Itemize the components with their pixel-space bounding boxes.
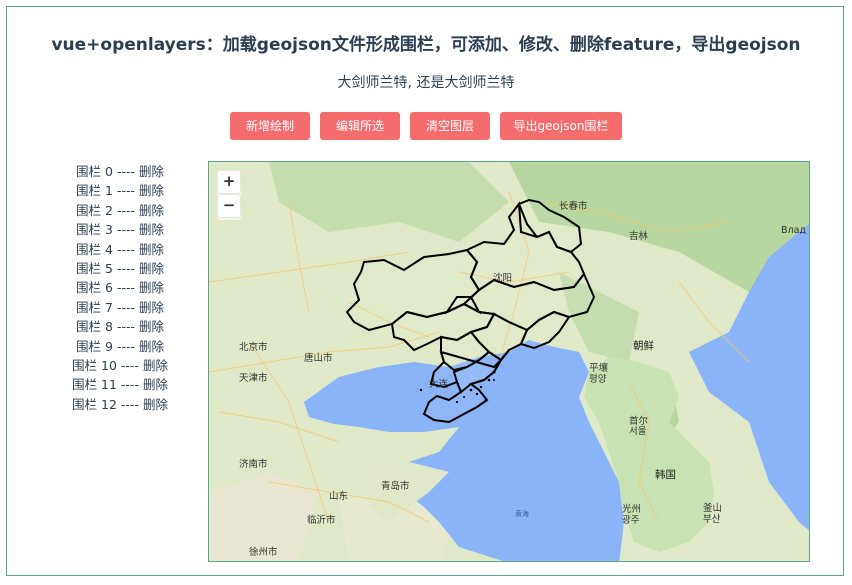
map-label: 济南市 (239, 458, 268, 470)
delete-fence-link[interactable]: 删除 (139, 203, 164, 218)
fence-name: 围栏 10 (72, 357, 117, 373)
fence-separator: ---- (116, 319, 135, 335)
fence-separator: ---- (116, 202, 135, 218)
map-label: 黄海 (515, 509, 529, 518)
fence-separator: ---- (116, 183, 135, 199)
map-label: 临沂市 (307, 514, 336, 526)
map-label: 光州 (622, 503, 641, 515)
fence-separator: ---- (116, 280, 135, 296)
fence-name: 围栏 12 (72, 396, 117, 412)
map-label: 平壤 (589, 362, 609, 374)
delete-fence-link[interactable]: 删除 (139, 164, 164, 179)
map-label: 大连 (429, 378, 449, 390)
fence-list: 围栏 0 ---- 删除 围栏 1 ---- 删除 围栏 2 ---- 删除 围栏 3… (40, 162, 200, 414)
fence-list-item: 围栏 11 ---- 删除 (40, 375, 200, 394)
map-label: 唐山市 (304, 352, 333, 364)
fence-list-item: 围栏 1 ---- 删除 (40, 181, 200, 200)
map-label: 山东 (329, 490, 348, 502)
map-label: 韩国 (655, 468, 676, 481)
delete-fence-link[interactable]: 删除 (139, 242, 164, 257)
fence-separator: ---- (120, 396, 139, 412)
map-label: 부산 (703, 514, 721, 525)
map-label: 沈阳 (493, 272, 512, 284)
delete-fence-link[interactable]: 删除 (143, 397, 168, 412)
zoom-in-button[interactable]: + (218, 171, 240, 193)
fence-separator: ---- (116, 260, 135, 276)
map-label: 朝鲜 (633, 339, 654, 352)
map-label: 天津市 (239, 372, 268, 384)
page-subtitle: 大剑师兰特, 还是大剑师兰特 (337, 75, 515, 91)
map-label: 평양 (589, 374, 607, 385)
fence-list-item: 围栏 2 ---- 删除 (40, 201, 200, 220)
fence-name: 围栏 0 (76, 164, 113, 179)
fence-name: 围栏 3 (76, 222, 113, 238)
add-draw-button[interactable]: 新增绘制 (230, 112, 310, 140)
delete-fence-link[interactable]: 删除 (139, 319, 164, 334)
map-label: 서울 (629, 426, 647, 437)
export-geojson-button[interactable]: 导出geojson围栏 (500, 112, 622, 140)
zoom-out-button[interactable]: − (218, 195, 240, 217)
map-label: 釜山 (703, 502, 722, 514)
fence-name: 围栏 6 (76, 280, 113, 296)
map-label: 北京市 (239, 341, 268, 353)
fence-name: 围栏 8 (76, 319, 113, 335)
fence-list-item: 围栏 5 ---- 删除 (40, 259, 200, 278)
fence-name: 围栏 7 (76, 299, 113, 315)
fence-name: 围栏 9 (76, 338, 113, 354)
delete-fence-link[interactable]: 删除 (143, 377, 168, 392)
fence-list-item: 围栏 9 ---- 删除 (40, 337, 200, 356)
map-label: 青岛市 (381, 480, 410, 492)
delete-fence-link[interactable]: 删除 (139, 280, 164, 295)
map-canvas[interactable]: 长春市 吉林 Влад 沈阳 北京市 唐山市 天津市 大连 平壤 평양 朝鲜 首… (209, 162, 810, 562)
fence-name: 围栏 5 (76, 260, 113, 276)
map-label: 광주 (622, 514, 640, 526)
map-label: Влад (781, 225, 806, 236)
delete-fence-link[interactable]: 删除 (139, 339, 164, 354)
fence-separator: ---- (116, 241, 135, 257)
fence-list-item: 围栏 4 ---- 删除 (40, 240, 200, 259)
clear-layer-button[interactable]: 清空图层 (410, 112, 490, 140)
fence-separator: ---- (116, 338, 135, 354)
map-label: 徐州市 (249, 546, 278, 558)
zoom-control: + − (217, 170, 241, 220)
fence-name: 围栏 11 (72, 377, 117, 393)
fence-name: 围栏 4 (76, 241, 113, 257)
fence-separator: ---- (116, 299, 135, 315)
map-label: 吉林 (629, 230, 649, 242)
fence-list-item: 围栏 0 ---- 删除 (40, 162, 200, 181)
map-view[interactable]: 长春市 吉林 Влад 沈阳 北京市 唐山市 天津市 大连 平壤 평양 朝鲜 首… (208, 161, 810, 562)
toolbar: 新增绘制 编辑所选 清空图层 导出geojson围栏 (0, 112, 852, 140)
fence-name: 围栏 2 (76, 202, 113, 218)
delete-fence-link[interactable]: 删除 (139, 261, 164, 276)
fence-separator: ---- (120, 377, 139, 393)
delete-fence-link[interactable]: 删除 (143, 358, 168, 373)
fence-separator: ---- (116, 222, 135, 238)
fence-list-item: 围栏 8 ---- 删除 (40, 317, 200, 336)
fence-list-item: 围栏 10 ---- 删除 (40, 356, 200, 375)
fence-list-item: 围栏 7 ---- 删除 (40, 298, 200, 317)
map-label: 长春市 (559, 200, 588, 212)
edit-selected-button[interactable]: 编辑所选 (320, 112, 400, 140)
delete-fence-link[interactable]: 删除 (139, 222, 164, 237)
fence-separator: ---- (120, 357, 139, 373)
fence-separator: ---- (116, 164, 135, 179)
fence-list-item: 围栏 6 ---- 删除 (40, 278, 200, 297)
fence-list-item: 围栏 3 ---- 删除 (40, 220, 200, 239)
delete-fence-link[interactable]: 删除 (139, 300, 164, 315)
page-title: vue+openlayers：加载geojson文件形成围栏，可添加、修改、删除… (51, 35, 801, 55)
fence-list-item: 围栏 12 ---- 删除 (40, 395, 200, 414)
fence-name: 围栏 1 (76, 183, 113, 199)
delete-fence-link[interactable]: 删除 (139, 183, 164, 198)
